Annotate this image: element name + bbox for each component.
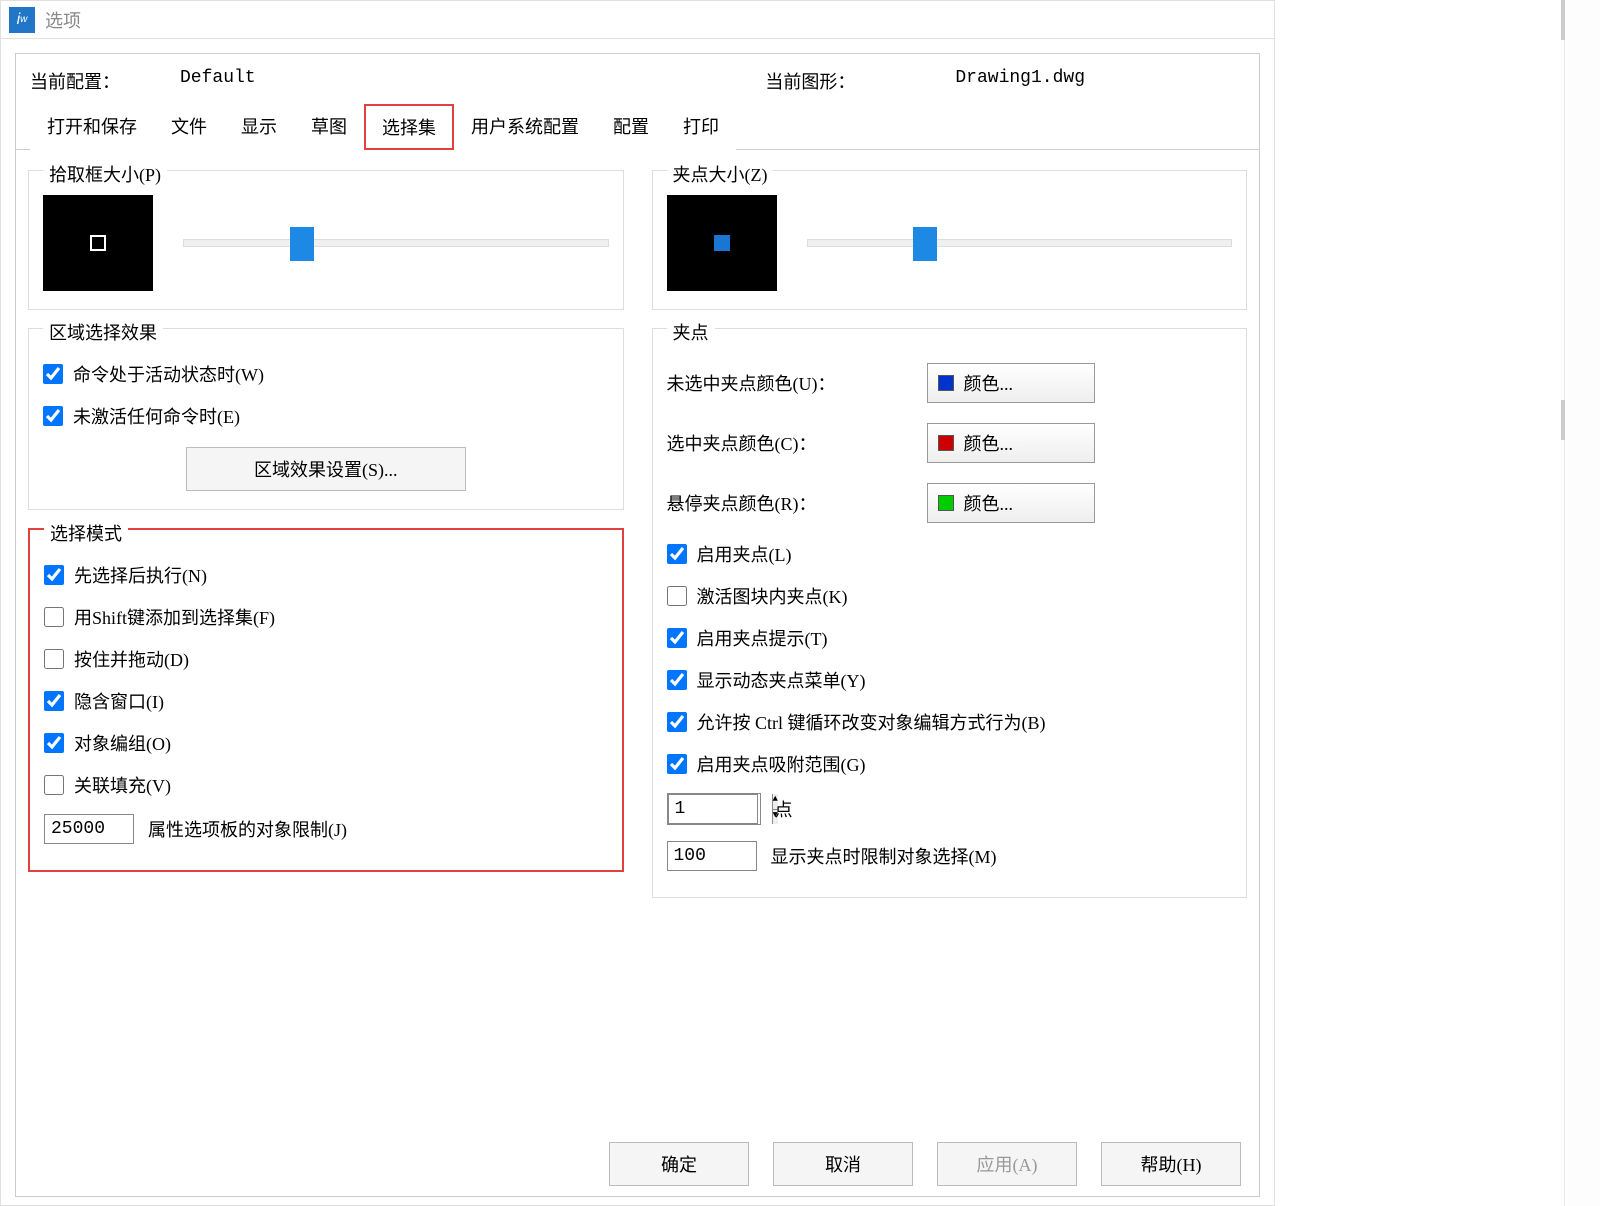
group-grips: 夹点 未选中夹点颜色(U)： 颜色... 选中夹点颜色(C)： <box>652 328 1248 898</box>
swatch-blue <box>938 375 954 391</box>
group-gripsize: 夹点大小(Z) <box>652 170 1248 310</box>
check-no-command[interactable]: 未激活任何命令时(E) <box>43 395 609 437</box>
tab-display[interactable]: 显示 <box>224 104 294 150</box>
help-button[interactable]: 帮助(H) <box>1101 1142 1241 1186</box>
pickbox-title: 拾取框大小(P) <box>43 161 167 187</box>
tab-selection[interactable]: 选择集 <box>364 104 454 150</box>
check-block-grips[interactable]: 激活图块内夹点(K) <box>667 575 1233 617</box>
gripsize-preview <box>667 195 777 291</box>
tab-sketch[interactable]: 草图 <box>294 104 364 150</box>
swatch-red <box>938 435 954 451</box>
area-effect-title: 区域选择效果 <box>43 319 163 345</box>
area-effect-settings-button[interactable]: 区域效果设置(S)... <box>186 447 466 491</box>
selected-color-button[interactable]: 颜色... <box>927 423 1095 463</box>
select-mode-title: 选择模式 <box>44 520 128 546</box>
check-enable-grips[interactable]: 启用夹点(L) <box>667 533 1233 575</box>
check-command-active[interactable]: 命令处于活动状态时(W) <box>43 353 609 395</box>
check-grip-tips[interactable]: 启用夹点提示(T) <box>667 617 1233 659</box>
tab-open-save[interactable]: 打开和保存 <box>30 104 154 150</box>
cancel-button[interactable]: 取消 <box>773 1142 913 1186</box>
check-dynamic-menu[interactable]: 显示动态夹点菜单(Y) <box>667 659 1233 701</box>
hover-color-label: 悬停夹点颜色(R)： <box>667 490 927 516</box>
check-assoc-hatch[interactable]: 关联填充(V) <box>44 764 608 806</box>
group-select-mode: 选择模式 先选择后执行(N) 用Shift键添加到选择集(F) 按住并拖动(D)… <box>28 528 624 872</box>
pickbox-preview <box>43 195 153 291</box>
tab-strip: 打开和保存 文件 显示 草图 选择集 用户系统配置 配置 打印 <box>16 104 1259 150</box>
drawing-label: 当前图形： <box>765 68 855 94</box>
gripsize-title: 夹点大小(Z) <box>667 161 774 187</box>
swatch-green <box>938 495 954 511</box>
app-icon: iw <box>9 7 35 33</box>
ok-button[interactable]: 确定 <box>609 1142 749 1186</box>
check-implied-window[interactable]: 隐含窗口(I) <box>44 680 608 722</box>
grips-title: 夹点 <box>667 319 715 345</box>
drawing-value: Drawing1.dwg <box>955 68 1085 94</box>
check-noun-verb[interactable]: 先选择后执行(N) <box>44 554 608 596</box>
attr-limit-label: 属性选项板的对象限制(J) <box>148 816 347 842</box>
tab-config[interactable]: 配置 <box>596 104 666 150</box>
check-ctrl-cycle[interactable]: 允许按 Ctrl 键循环改变对象编辑方式行为(B) <box>667 701 1233 743</box>
dialog-footer: 确定 取消 应用(A) 帮助(H) <box>609 1142 1241 1186</box>
window-title: 选项 <box>45 7 81 33</box>
grip-limit-input[interactable] <box>667 841 757 871</box>
gripsize-slider[interactable] <box>807 239 1233 247</box>
check-press-drag[interactable]: 按住并拖动(D) <box>44 638 608 680</box>
unselected-color-label: 未选中夹点颜色(U)： <box>667 370 927 396</box>
options-dialog: 当前配置： Default 当前图形： Drawing1.dwg 打开和保存 文… <box>15 53 1260 1197</box>
pickbox-slider[interactable] <box>183 239 609 247</box>
check-object-group[interactable]: 对象编组(O) <box>44 722 608 764</box>
info-row: 当前配置： Default 当前图形： Drawing1.dwg <box>16 62 1259 104</box>
apply-button[interactable]: 应用(A) <box>937 1142 1077 1186</box>
unselected-color-button[interactable]: 颜色... <box>927 363 1095 403</box>
tab-print[interactable]: 打印 <box>666 104 736 150</box>
points-label: 点 <box>775 796 793 822</box>
attr-limit-input[interactable] <box>44 814 134 844</box>
side-strip <box>1564 0 1600 1206</box>
hover-color-button[interactable]: 颜色... <box>927 483 1095 523</box>
group-area-effect: 区域选择效果 命令处于活动状态时(W) 未激活任何命令时(E) 区域效果设置(S… <box>28 328 624 510</box>
check-snap-range[interactable]: 启用夹点吸附范围(G) <box>667 743 1233 785</box>
group-pickbox: 拾取框大小(P) <box>28 170 624 310</box>
tab-user-system[interactable]: 用户系统配置 <box>454 104 596 150</box>
points-spinner[interactable]: ▲▼ <box>667 793 761 825</box>
selected-color-label: 选中夹点颜色(C)： <box>667 430 927 456</box>
tab-file[interactable]: 文件 <box>154 104 224 150</box>
profile-value: Default <box>180 68 256 94</box>
profile-label: 当前配置： <box>30 68 120 94</box>
check-use-shift[interactable]: 用Shift键添加到选择集(F) <box>44 596 608 638</box>
titlebar: iw 选项 <box>1 1 1274 39</box>
grip-limit-label: 显示夹点时限制对象选择(M) <box>771 843 997 869</box>
